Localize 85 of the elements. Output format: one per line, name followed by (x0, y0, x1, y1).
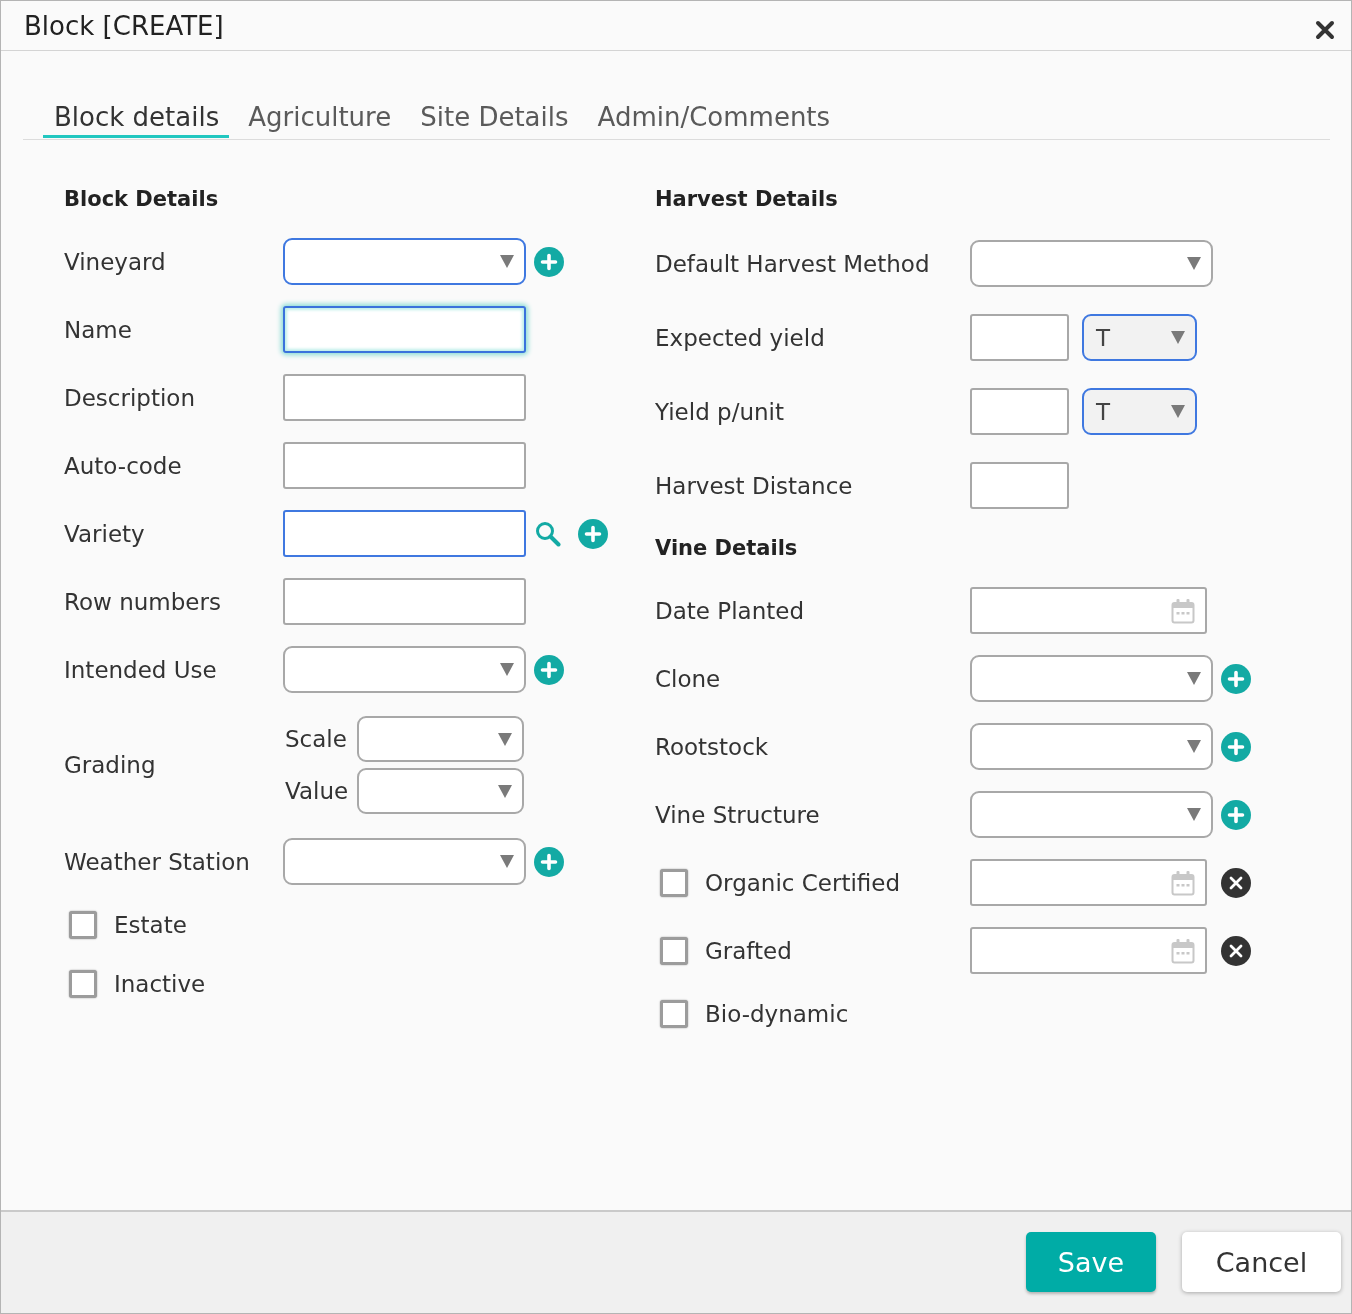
close-icon[interactable] (1315, 19, 1335, 40)
field-label: Auto-code (64, 451, 183, 480)
field-label: Expected yield (655, 323, 826, 352)
calendar-icon[interactable] (1171, 869, 1195, 896)
field-label: Date Planted (655, 596, 805, 625)
checkbox[interactable] (660, 868, 688, 897)
field-label: Yield p/unit (655, 397, 785, 426)
dropdown-field[interactable] (283, 646, 526, 693)
checkbox[interactable] (660, 936, 688, 965)
field-label: Description (64, 383, 196, 412)
clear-icon[interactable] (1221, 867, 1251, 898)
calendar-icon[interactable] (1171, 937, 1195, 964)
unit-dropdown[interactable]: T (1082, 314, 1197, 361)
caret-icon (1187, 672, 1201, 685)
dropdown-field[interactable] (970, 240, 1213, 287)
field-label: Scale (285, 725, 348, 753)
caret-icon (500, 663, 514, 676)
checkbox-label: Estate (114, 911, 187, 939)
dropdown-field[interactable] (357, 768, 524, 814)
dropdown-field[interactable] (283, 238, 526, 285)
checkbox-label: Grafted (705, 936, 792, 965)
caret-icon (500, 855, 514, 868)
dropdown-field[interactable] (970, 723, 1213, 770)
date-field[interactable] (970, 859, 1207, 906)
tab[interactable]: Agriculture (237, 101, 402, 138)
field-label: Value (285, 777, 350, 805)
add-icon[interactable] (578, 518, 608, 549)
dropdown-field[interactable] (970, 791, 1213, 838)
field-label: Grading (64, 751, 157, 779)
text-field[interactable] (283, 306, 526, 353)
tab[interactable]: Block details (43, 101, 230, 138)
field-label: Clone (655, 664, 722, 693)
caret-icon (1171, 331, 1185, 344)
checkbox[interactable] (69, 911, 97, 939)
field-label: Weather Station (64, 847, 251, 876)
checkbox-label: Inactive (114, 970, 206, 998)
field-label: Intended Use (64, 655, 218, 684)
section-heading: Vine Details (655, 535, 799, 561)
field-label: Row numbers (64, 587, 222, 616)
clear-icon[interactable] (1221, 935, 1251, 966)
field-label: Variety (64, 519, 146, 548)
date-field[interactable] (970, 927, 1207, 974)
field-label: Default Harvest Method (655, 249, 931, 278)
section-heading: Block Details (64, 186, 220, 212)
text-field[interactable] (970, 388, 1069, 435)
dropdown-field[interactable] (283, 838, 526, 885)
field-label: Vineyard (64, 247, 167, 276)
add-icon[interactable] (534, 246, 564, 277)
caret-icon (498, 732, 512, 746)
tab[interactable]: Site Details (409, 101, 579, 138)
caret-icon (1187, 808, 1201, 821)
field-label: Rootstock (655, 732, 770, 761)
search-icon[interactable] (535, 520, 561, 547)
cancel-button[interactable]: Cancel (1182, 1232, 1341, 1292)
calendar-icon[interactable] (1171, 597, 1195, 624)
checkbox[interactable] (69, 970, 97, 998)
checkbox-label: Organic Certified (705, 868, 901, 897)
text-field[interactable] (283, 578, 526, 625)
add-icon[interactable] (534, 846, 564, 877)
add-icon[interactable] (1221, 731, 1251, 762)
text-field[interactable] (283, 442, 526, 489)
add-icon[interactable] (534, 654, 564, 685)
window-title: Block [CREATE] (24, 9, 224, 42)
caret-icon (498, 784, 512, 798)
caret-icon (1187, 740, 1201, 753)
field-label: Vine Structure (655, 800, 821, 829)
field-label: Harvest Distance (655, 471, 854, 500)
date-field[interactable] (970, 587, 1207, 634)
unit-dropdown[interactable]: T (1082, 388, 1197, 435)
caret-icon (500, 255, 514, 268)
add-icon[interactable] (1221, 663, 1251, 694)
text-field[interactable] (283, 374, 526, 421)
tab[interactable]: Admin/Comments (586, 101, 841, 138)
text-field[interactable] (970, 314, 1069, 361)
caret-icon (1187, 257, 1201, 270)
text-field[interactable] (283, 510, 526, 557)
dropdown-field[interactable] (357, 716, 524, 762)
section-heading: Harvest Details (655, 186, 839, 212)
caret-icon (1171, 405, 1185, 418)
dropdown-field[interactable] (970, 655, 1213, 702)
checkbox[interactable] (660, 1000, 688, 1028)
add-icon[interactable] (1221, 799, 1251, 830)
field-label: Name (64, 315, 133, 344)
checkbox-label: Bio-dynamic (705, 1000, 849, 1028)
text-field[interactable] (970, 462, 1069, 509)
